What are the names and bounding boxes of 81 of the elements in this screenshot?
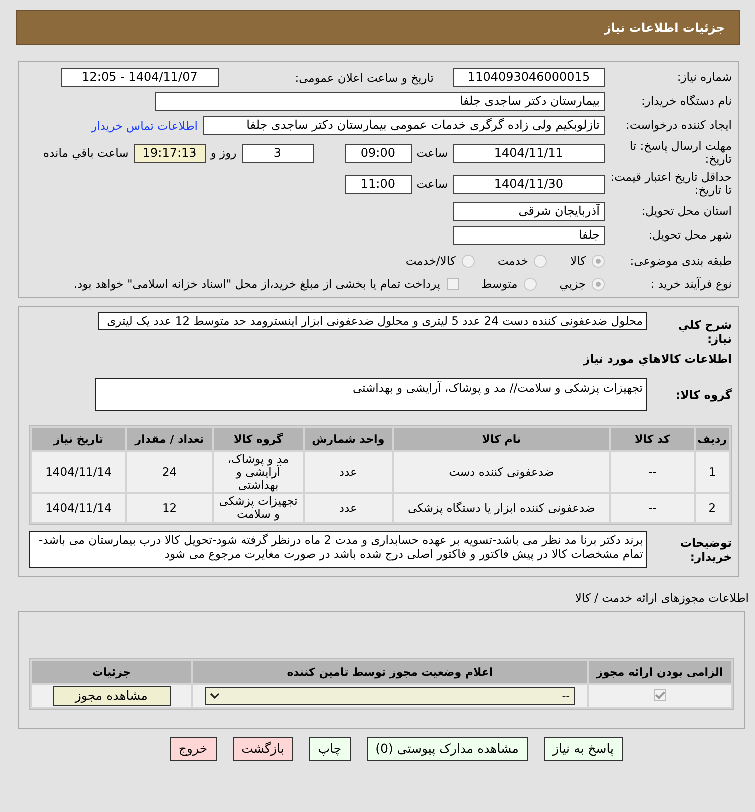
table-cell: 12 [127, 494, 212, 522]
radio-button[interactable] [592, 278, 605, 290]
field-label: نوع فرآیند خرید : [650, 278, 732, 290]
column-header: نام کالا [394, 428, 610, 450]
column-header: گروه کالا [214, 428, 303, 450]
radio-button[interactable] [534, 254, 548, 268]
action-button[interactable]: خروج [170, 737, 217, 761]
page-title: جزئیات اطلاعات نیاز [604, 20, 725, 34]
section-title: اطلاعات کالاهاي مورد نیاز [582, 352, 732, 366]
option-label: جزيي [560, 277, 586, 291]
dropdown-value: -- [562, 690, 570, 702]
section-title: اطلاعات مجوزهای ارائه خدمت / کالا [574, 591, 749, 605]
table-cell: عدد [304, 452, 392, 492]
option-label: کالا/خدمت [406, 254, 456, 268]
table-cell: ضدعفونی کننده دست [394, 452, 610, 492]
buyer-field: بیمارستان دکتر ساجدی جلفا [155, 92, 605, 111]
column-header: تاریخ نیاز [32, 428, 126, 450]
date-field: 1404/11/30 [453, 174, 605, 194]
column-header: ردیف [696, 428, 729, 450]
option-label: خدمت [498, 254, 528, 268]
column-header: کد کالا [611, 428, 694, 450]
column-header: الزامی بودن ارائه مجوز [588, 661, 731, 683]
city-field: جلفا [453, 226, 605, 245]
action-button[interactable]: پاسخ به نیاز [544, 737, 623, 761]
field-label: استان محل تحویل: [640, 205, 732, 218]
table-cell: 1 [696, 452, 729, 492]
radio-button[interactable] [524, 278, 537, 290]
caret-icon [210, 692, 220, 700]
action-button[interactable]: چاپ [309, 737, 351, 761]
action-button[interactable]: بازگشت [232, 737, 294, 761]
checkbox[interactable] [446, 278, 459, 290]
field-label: حداقل تاریخ اعتبار قیمت: تا تاریخ: [610, 171, 732, 197]
option-label: پرداخت تمام یا بخشی از مبلغ خرید،از محل "اسناد خزانه اسلامی" خواهد بود. [74, 277, 441, 291]
table-cell: 1404/11/14 [32, 494, 126, 522]
column-header: اعلام وضعیت مجوز توسط تامین کننده [193, 661, 587, 683]
table-cell: 24 [127, 452, 212, 492]
table-cell: مد و پوشاک، آرایشی و بهداشتی [214, 452, 303, 492]
time-field: 11:00 [344, 174, 412, 194]
table-cell: 2 [696, 494, 729, 522]
remaining-time-field: 19:17:13 [134, 144, 206, 162]
goods-group-field: تجهیزات پزشکی و سلامت// مد و پوشاک، آرایشی و بهداشتی [95, 378, 647, 411]
field-label: شهر محل تحویل: [648, 229, 732, 242]
field-label: شماره نیاز: [676, 71, 732, 84]
column-header: تعداد / مقدار [127, 428, 212, 450]
field-label: ایجاد کننده درخواست: [625, 119, 732, 132]
table-cell: 1404/11/14 [32, 452, 126, 492]
date-field: 1404/11/07 - 12:05 [61, 68, 219, 87]
field-label: توضیحات خریدار: [680, 536, 732, 564]
contact-link[interactable]: اطلاعات تماس خریدار [91, 118, 198, 132]
buyer-notes-field: برند دکتر برنا مد نظر می باشد-تسویه بر عهده حسابداری و مدت 2 ماه درنظر گرفته شود-تحویل کالا درب بیمارستان می باشد-تمام مشخصات کالا در پیش فاکتور و فاکتور اصلی درج شده باشد در صورت مغایرت مرجوع می شود [29, 531, 648, 568]
table-cell: ضدعفونی کننده ابزار یا دستگاه پزشکی [394, 494, 610, 522]
option-label: متوسط [482, 277, 518, 291]
status-dropdown[interactable]: -- [205, 687, 576, 705]
field-label: نام دستگاه خریدار: [640, 95, 732, 108]
province-field: آذربایجان شرقی [453, 202, 605, 221]
field-label: مهلت ارسال پاسخ: تا تاریخ: [628, 140, 732, 166]
option-label: کالا [570, 254, 586, 268]
column-header: واحد شمارش [304, 428, 392, 450]
action-button[interactable]: مشاهده مدارک پیوستی (0) [366, 737, 528, 761]
table-cell: -- [611, 494, 694, 522]
field-label: روز و [210, 146, 237, 160]
field-label: ساعت [416, 146, 448, 160]
table-cell: عدد [304, 494, 392, 522]
days-field: 3 [242, 144, 314, 162]
radio-button[interactable] [592, 254, 605, 268]
table-cell: تجهیزات پزشکی و سلامت [214, 494, 303, 522]
view-permit-button[interactable]: مشاهده مجوز [52, 686, 171, 706]
radio-button[interactable] [462, 254, 475, 268]
field-label: تاریخ و ساعت اعلان عمومی: [294, 70, 434, 84]
need-number-field: 1104093046000015 [453, 68, 605, 87]
summary-field: محلول ضدعفونی کننده دست 24 عدد 5 لیتری و محلول ضدعفونی ابزار اینسترومد حد متوسط 12 عدد یک لیتری [98, 312, 647, 330]
field-label: شرح کلي نیاز: [677, 318, 732, 346]
field-label: گروه کالا: [675, 388, 732, 402]
column-header: جزئیات [32, 661, 192, 683]
date-field: 1404/11/11 [453, 144, 605, 162]
time-field: 09:00 [344, 144, 412, 162]
requester-field: تازلوبکیم ولی زاده گرگری خدمات عمومی بیمارستان دکتر ساجدی جلفا [203, 116, 605, 135]
field-label: ساعت باقي مانده [44, 146, 129, 160]
field-label: ساعت [416, 177, 448, 191]
table-cell: -- [611, 452, 694, 492]
field-label: طبقه بندی موضوعی: [629, 254, 732, 268]
